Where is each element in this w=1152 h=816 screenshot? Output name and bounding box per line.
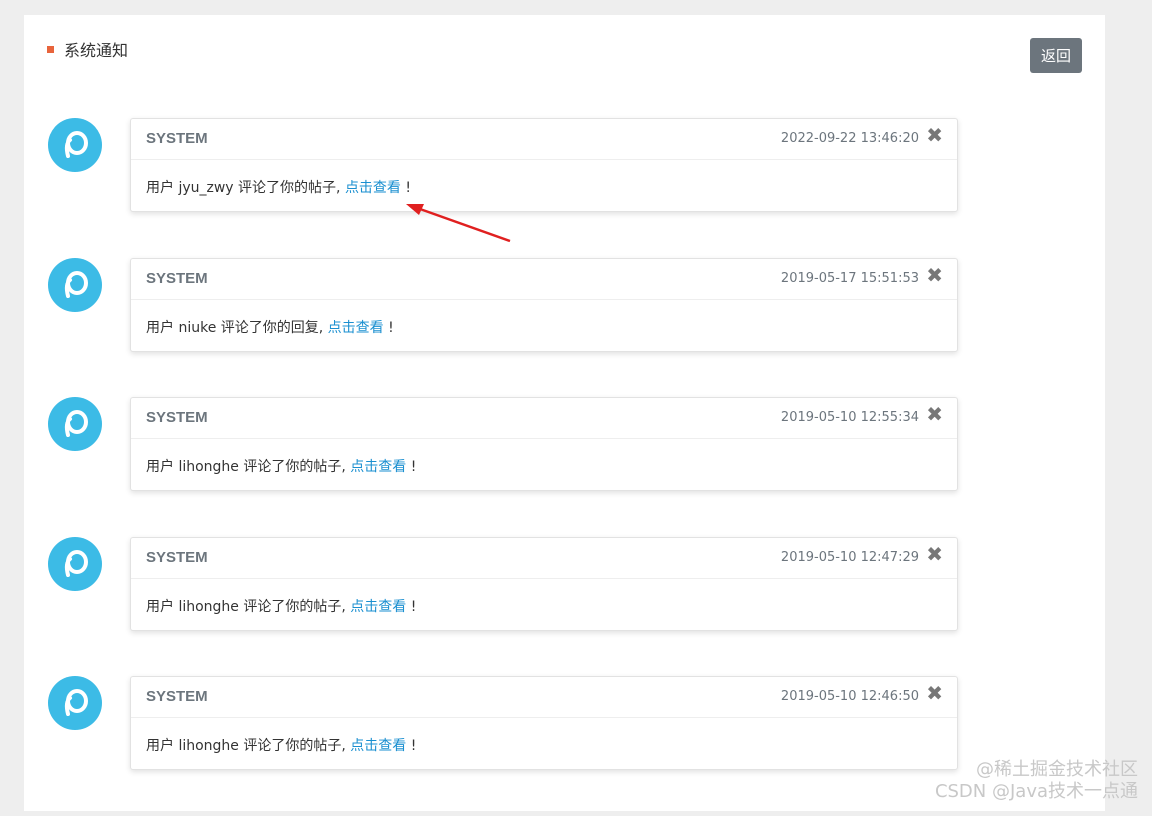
- message-time: 2019-05-10 12:46:50: [780, 689, 919, 704]
- message-text: 用户 lihonghe 评论了你的帖子,: [146, 459, 351, 475]
- view-link[interactable]: 点击查看: [350, 738, 406, 754]
- message-text: 用户 jyu_zwy 评论了你的帖子,: [146, 180, 345, 196]
- close-icon[interactable]: ✖: [926, 265, 943, 285]
- message-item: SYSTEM 2019-05-17 15:51:53 ✖ 用户 niuke 评论了你的…: [24, 257, 1105, 398]
- message-sender: SYSTEM: [146, 409, 208, 426]
- close-icon[interactable]: ✖: [926, 544, 943, 564]
- message-card: SYSTEM 2019-05-10 12:46:50 ✖ 用户 lihonghe 评论…: [130, 676, 958, 770]
- page-title: 系统通知: [64, 41, 129, 60]
- message-list: SYSTEM 2022-09-22 13:46:20 ✖ 用户 jyu_zwy 评论了…: [24, 118, 1105, 816]
- system-avatar-icon: [48, 397, 102, 451]
- message-sender: SYSTEM: [146, 269, 208, 287]
- system-avatar-icon: [48, 536, 102, 591]
- annotation-arrow: [406, 204, 511, 243]
- system-avatar-icon: [48, 676, 102, 730]
- section-header: 系统通知: [47, 37, 128, 61]
- view-link[interactable]: 点击查看: [328, 320, 384, 336]
- message-time: 2019-05-17 15:51:53: [780, 270, 919, 286]
- watermark-line-1: @稀土掘金技术社区: [976, 759, 1138, 780]
- message-time: 2019-05-10 12:55:34: [780, 410, 919, 425]
- message-time: 2019-05-10 12:47:29: [780, 549, 919, 565]
- message-body: 用户 lihonghe 评论了你的帖子, 点击查看 !: [131, 718, 957, 755]
- message-sender: SYSTEM: [146, 548, 208, 566]
- message-time: 2022-09-22 13:46:20: [780, 131, 919, 146]
- message-card: SYSTEM 2019-05-10 12:55:34 ✖ 用户 lihonghe 评论…: [130, 397, 958, 491]
- view-link[interactable]: 点击查看: [350, 599, 406, 615]
- message-item: SYSTEM 2022-09-22 13:46:20 ✖ 用户 jyu_zwy 评论了…: [24, 118, 1105, 258]
- message-card: SYSTEM 2022-09-22 13:46:20 ✖ 用户 jyu_zwy 评论了…: [130, 118, 958, 212]
- message-suffix: !: [400, 180, 411, 196]
- close-icon[interactable]: ✖: [926, 683, 943, 703]
- close-icon[interactable]: ✖: [926, 125, 943, 145]
- message-card: SYSTEM 2019-05-10 12:47:29 ✖ 用户 lihonghe 评论…: [130, 536, 958, 631]
- watermark-line-2: CSDN @Java技术一点通: [934, 781, 1138, 802]
- message-header: SYSTEM 2019-05-10 12:46:50 ✖: [131, 677, 957, 718]
- message-item: SYSTEM 2019-05-10 12:47:29 ✖ 用户 lihonghe 评论…: [24, 536, 1105, 677]
- message-suffix: !: [406, 459, 417, 475]
- title-marker: [47, 45, 54, 53]
- message-text: 用户 lihonghe 评论了你的帖子,: [146, 738, 351, 754]
- message-body: 用户 lihonghe 评论了你的帖子, 点击查看 !: [131, 439, 957, 476]
- close-icon[interactable]: ✖: [926, 404, 943, 424]
- message-suffix: !: [383, 319, 394, 336]
- message-header: SYSTEM 2019-05-10 12:47:29 ✖: [131, 538, 957, 579]
- message-body: 用户 lihonghe 评论了你的帖子, 点击查看 !: [131, 579, 957, 616]
- message-sender: SYSTEM: [146, 688, 208, 705]
- message-suffix: !: [406, 738, 417, 754]
- message-header: SYSTEM 2022-09-22 13:46:20 ✖: [131, 119, 957, 160]
- message-header: SYSTEM 2019-05-17 15:51:53 ✖: [131, 259, 957, 300]
- message-sender: SYSTEM: [146, 130, 208, 147]
- message-body: 用户 niuke 评论了你的回复, 点击查看 !: [131, 300, 957, 337]
- message-header: SYSTEM 2019-05-10 12:55:34 ✖: [131, 398, 957, 439]
- message-card: SYSTEM 2019-05-17 15:51:53 ✖ 用户 niuke 评论了你的…: [130, 257, 958, 352]
- back-button[interactable]: 返回: [1030, 38, 1082, 73]
- watermark: @稀土掘金技术社区 CSDN @Java技术一点通: [935, 759, 1138, 803]
- message-item: SYSTEM 2019-05-10 12:55:34 ✖ 用户 lihonghe 评论…: [24, 397, 1105, 537]
- message-text: 用户 niuke 评论了你的回复,: [146, 319, 328, 336]
- view-link[interactable]: 点击查看: [345, 180, 401, 196]
- system-avatar-icon: [48, 118, 102, 172]
- message-suffix: !: [406, 598, 417, 615]
- system-avatar-icon: [48, 257, 102, 312]
- message-body: 用户 jyu_zwy 评论了你的帖子, 点击查看 !: [131, 160, 957, 197]
- notification-panel: 系统通知 返回 SYSTEM 2022-09-22 13:46:20 ✖ 用户 jyu…: [24, 15, 1105, 811]
- message-text: 用户 lihonghe 评论了你的帖子,: [146, 598, 351, 615]
- view-link[interactable]: 点击查看: [350, 459, 406, 475]
